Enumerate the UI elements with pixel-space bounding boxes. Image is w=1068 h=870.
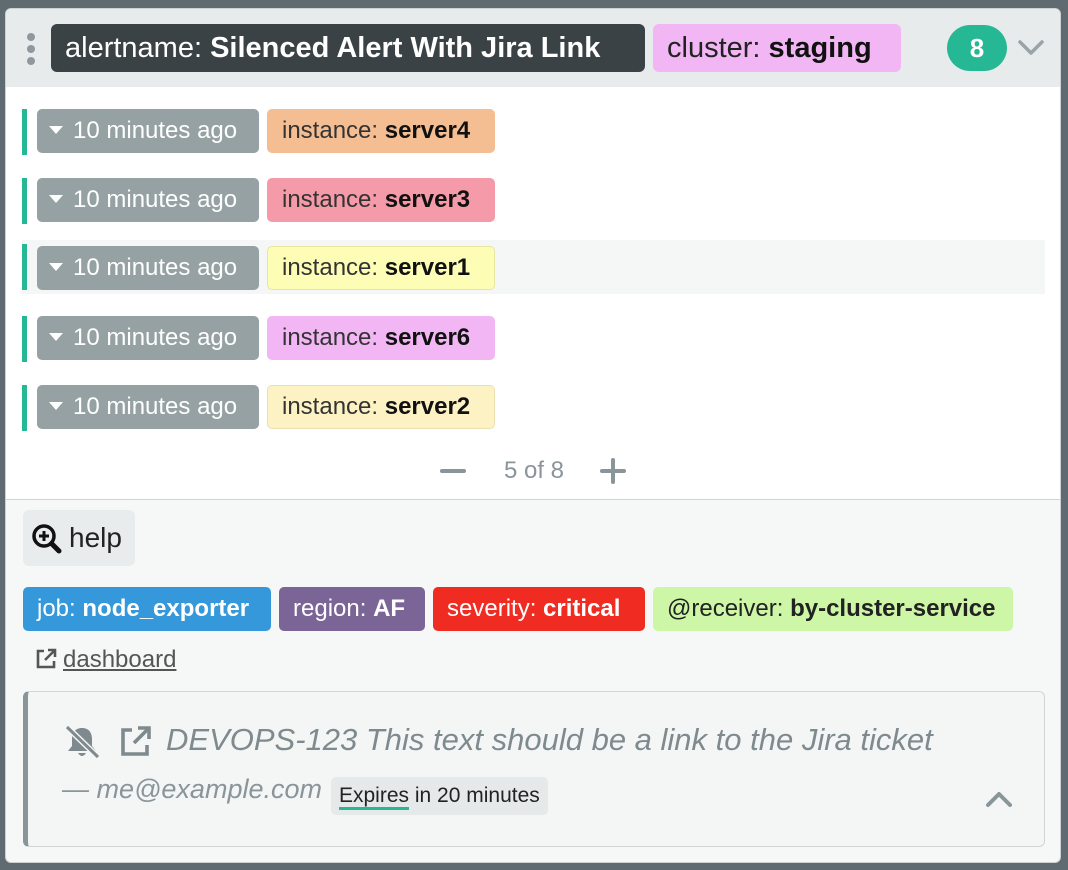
plus-icon	[600, 458, 626, 484]
alertname-key: alertname:	[65, 32, 203, 64]
silence-expiry-badge: Expires in 20 minutes	[331, 777, 548, 815]
label-value: by-cluster-service	[790, 595, 996, 622]
alert-time-button[interactable]: 10 minutes ago	[37, 316, 259, 360]
alert-group-header: alertname: Silenced Alert With Jira Link…	[6, 9, 1060, 88]
instance-label[interactable]: instance: server3	[267, 178, 495, 222]
label-severity[interactable]: severity: critical	[433, 587, 645, 631]
alert-list: 10 minutes ago instance: server4 10 minu…	[6, 87, 1060, 500]
label-key: @receiver:	[667, 595, 784, 622]
silence-panel: DEVOPS-123 This text should be a link to…	[23, 691, 1045, 847]
label-value: critical	[543, 595, 621, 622]
bell-slash-icon	[64, 724, 101, 760]
label-key: instance:	[282, 186, 379, 213]
alert-group-card: alertname: Silenced Alert With Jira Link…	[5, 8, 1061, 863]
label-key: instance:	[282, 117, 379, 144]
label-key: instance:	[282, 393, 379, 420]
alert-state-bar	[22, 109, 27, 155]
next-page-button[interactable]	[593, 451, 633, 491]
expires-word: Expires	[339, 784, 410, 810]
drag-handle-icon[interactable]	[27, 33, 35, 69]
label-key: region:	[293, 595, 367, 622]
alert-row: 10 minutes ago instance: server3	[22, 176, 1045, 226]
help-label: help	[69, 522, 122, 553]
label-key: instance:	[282, 324, 379, 351]
alert-time: 10 minutes ago	[73, 117, 238, 144]
alert-state-bar	[22, 244, 27, 290]
caret-down-icon	[49, 125, 63, 134]
alert-time: 10 minutes ago	[73, 254, 238, 281]
chevron-down-icon	[1018, 40, 1044, 55]
label-value: server4	[384, 117, 471, 144]
instance-label[interactable]: instance: server1	[267, 246, 495, 290]
instance-label[interactable]: instance: server2	[267, 385, 495, 429]
label-receiver[interactable]: @receiver: by-cluster-service	[653, 587, 1013, 631]
alert-time-button[interactable]: 10 minutes ago	[37, 178, 259, 222]
caret-down-icon	[49, 194, 63, 203]
external-link-icon	[36, 648, 57, 669]
previous-page-button[interactable]	[433, 451, 473, 491]
expires-rest: in 20 minutes	[409, 784, 540, 807]
caret-down-icon	[49, 401, 63, 410]
instance-label[interactable]: instance: server6	[267, 316, 495, 360]
dashboard-link-text: dashboard	[63, 646, 177, 673]
label-value: server1	[384, 254, 471, 281]
alert-time: 10 minutes ago	[73, 324, 238, 351]
alert-time-button[interactable]: 10 minutes ago	[37, 385, 259, 429]
help-annotation-button[interactable]: help	[23, 510, 135, 566]
silence-author: — me@example.com	[62, 774, 322, 804]
alert-state-bar	[22, 316, 27, 362]
minus-icon	[440, 469, 466, 473]
cluster-value: staging	[768, 32, 872, 64]
collapse-group-button[interactable]	[1014, 35, 1048, 61]
label-value: AF	[373, 595, 406, 622]
alert-time: 10 minutes ago	[73, 393, 238, 420]
alert-time-button[interactable]: 10 minutes ago	[37, 246, 259, 290]
alert-count-badge: 8	[947, 25, 1007, 71]
alertname-value: Silenced Alert With Jira Link	[210, 32, 601, 64]
cluster-label[interactable]: cluster: staging	[653, 24, 901, 72]
label-job[interactable]: job: node_exporter	[23, 587, 271, 631]
chevron-up-icon	[986, 792, 1012, 807]
label-region[interactable]: region: AF	[279, 587, 425, 631]
label-value: node_exporter	[82, 595, 250, 622]
label-value: server6	[384, 324, 471, 351]
label-key: job:	[37, 595, 76, 622]
pager-status: 5 of 8	[503, 457, 565, 484]
zoom-in-icon	[32, 524, 62, 554]
silence-comment[interactable]: DEVOPS-123 This text should be a link to…	[166, 722, 933, 758]
dashboard-link[interactable]: dashboard	[35, 645, 176, 675]
caret-down-icon	[49, 262, 63, 271]
label-value: server2	[384, 393, 471, 420]
cluster-key: cluster:	[667, 32, 761, 64]
caret-down-icon	[49, 332, 63, 341]
alert-time: 10 minutes ago	[73, 186, 238, 213]
alert-state-bar	[22, 385, 27, 431]
alert-row: 10 minutes ago instance: server2	[22, 383, 1045, 433]
alert-state-bar	[22, 178, 27, 224]
alert-pager: 5 of 8	[6, 451, 1060, 491]
alert-row: 10 minutes ago instance: server1	[22, 240, 1045, 294]
collapse-silence-button[interactable]	[981, 787, 1017, 811]
alert-row: 10 minutes ago instance: server6	[22, 314, 1045, 364]
label-key: instance:	[282, 254, 379, 281]
alert-time-button[interactable]: 10 minutes ago	[37, 109, 259, 153]
alertname-label[interactable]: alertname: Silenced Alert With Jira Link	[51, 24, 645, 72]
alert-row: 10 minutes ago instance: server4	[22, 107, 1045, 157]
label-value: server3	[384, 186, 471, 213]
label-key: severity:	[447, 595, 537, 622]
external-link-icon[interactable]	[118, 725, 152, 759]
instance-label[interactable]: instance: server4	[267, 109, 495, 153]
